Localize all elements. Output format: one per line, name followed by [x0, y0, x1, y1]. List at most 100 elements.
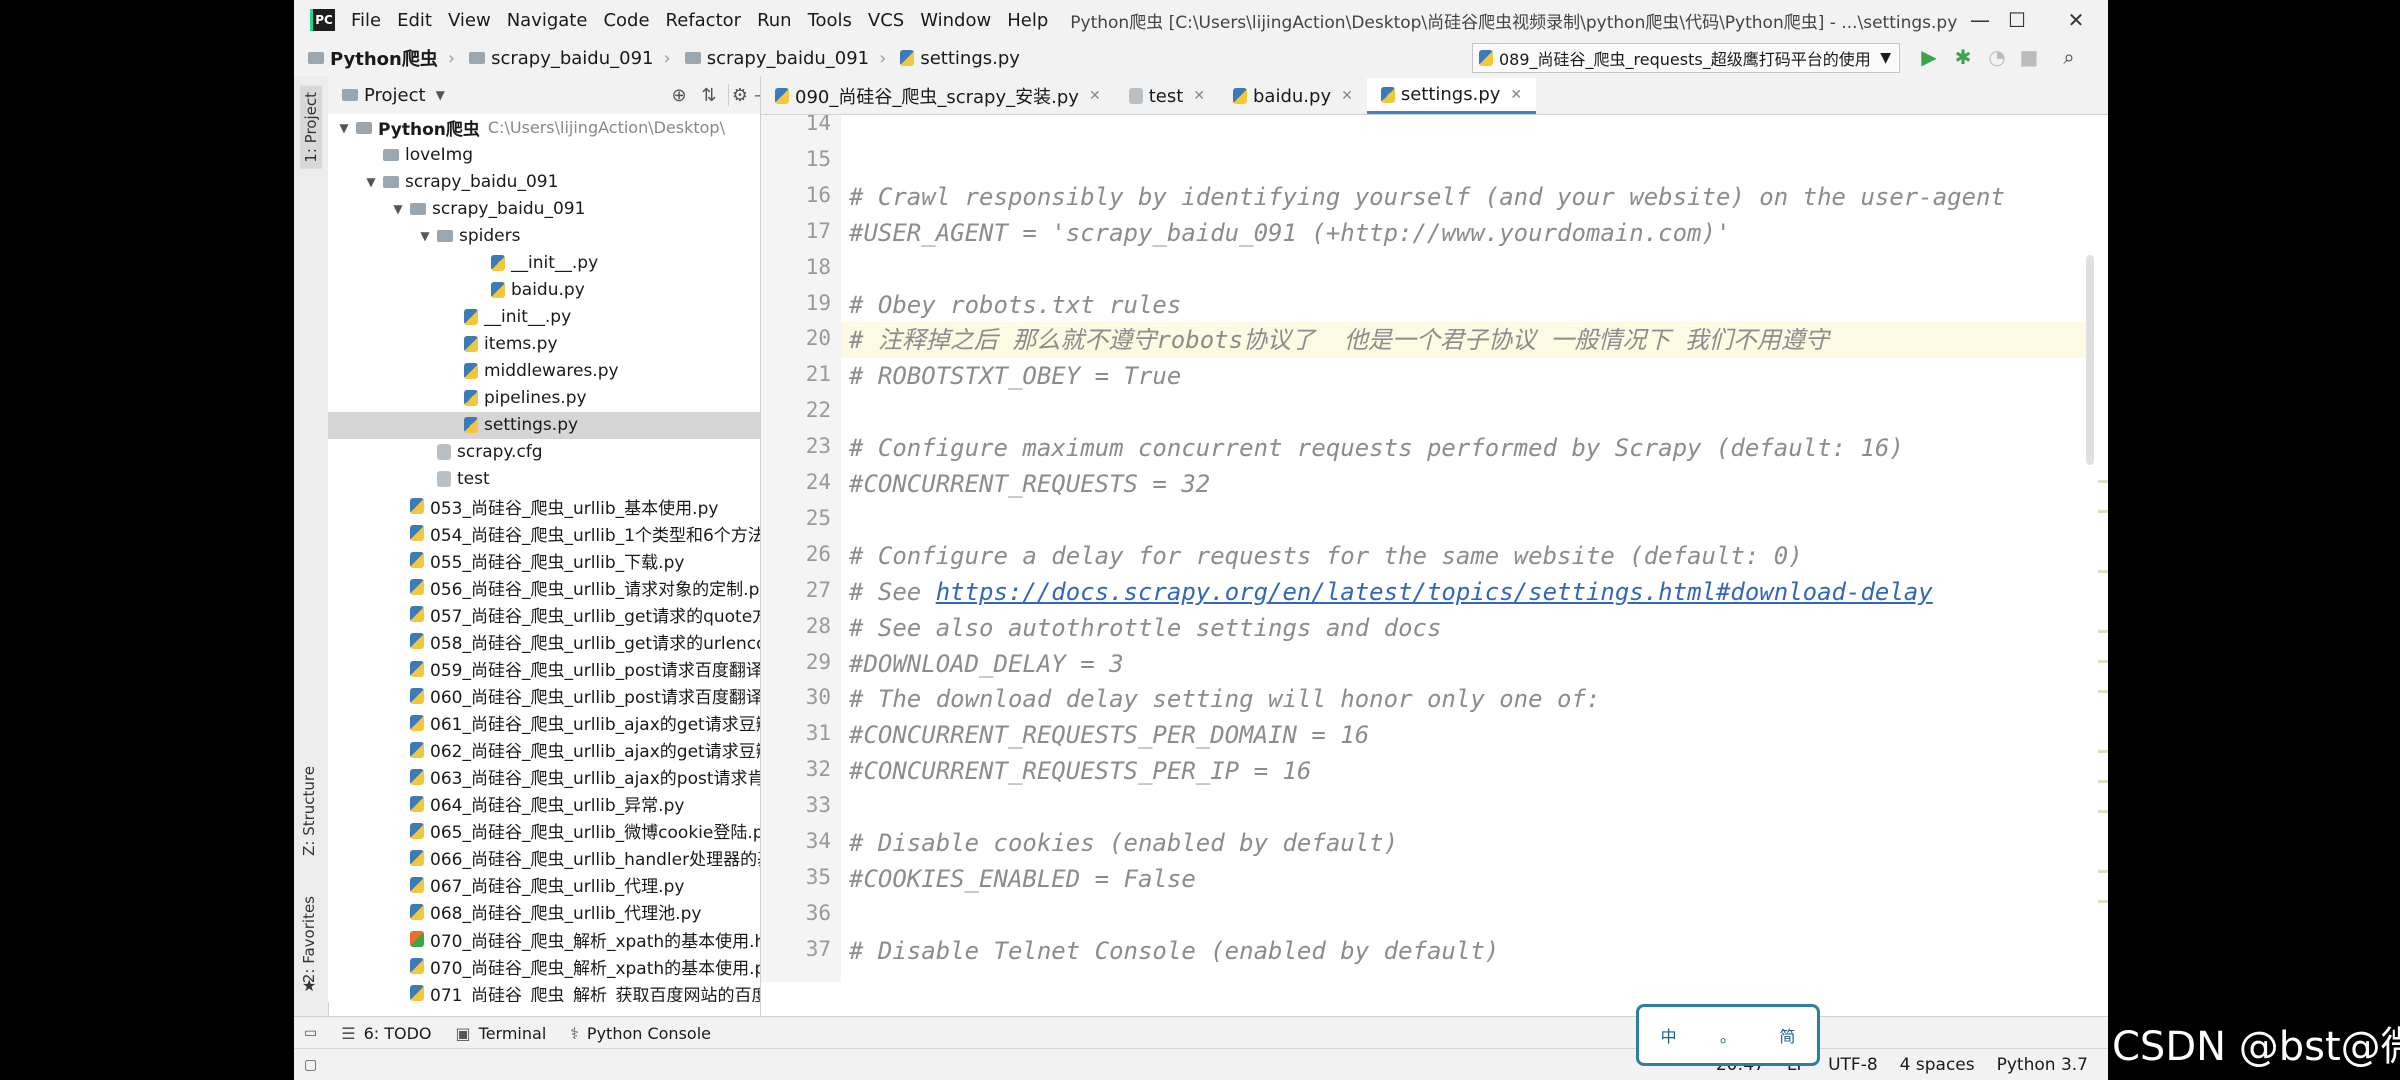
tree-item[interactable]: __init__.py — [328, 249, 760, 276]
tool-window-python-console[interactable]: ⚕ Python Console — [570, 1024, 711, 1043]
tree-item[interactable]: 053_尚硅谷_爬虫_urllib_基本使用.py — [328, 493, 760, 520]
tree-item[interactable]: 062_尚硅谷_爬虫_urllib_ajax的get请求豆瓣 — [328, 736, 760, 763]
code-line[interactable] — [841, 897, 2091, 933]
code-line[interactable]: # Obey robots.txt rules — [841, 287, 2091, 323]
coverage-icon[interactable]: ◔ — [1984, 44, 2010, 70]
tree-item[interactable]: 059_尚硅谷_爬虫_urllib_post请求百度翻译 — [328, 655, 760, 682]
scrollbar-thumb[interactable] — [2086, 255, 2094, 465]
project-tool-tab[interactable]: 1: Project — [300, 86, 322, 169]
ime-language[interactable]: 中 — [1661, 1023, 1677, 1047]
file-encoding[interactable]: UTF-8 — [1828, 1055, 1878, 1075]
code-line[interactable] — [841, 502, 2091, 538]
code-line[interactable]: #COOKIES_ENABLED = False — [841, 861, 2091, 897]
menu-run[interactable]: Run — [749, 10, 800, 31]
tree-item[interactable]: 068_尚硅谷_爬虫_urllib_代理池.py — [328, 898, 760, 925]
tree-item[interactable]: 054_尚硅谷_爬虫_urllib_1个类型和6个方法 — [328, 520, 760, 547]
tree-item[interactable]: 067_尚硅谷_爬虫_urllib_代理.py — [328, 871, 760, 898]
favorites-tool-tab[interactable]: 2: Favorites — [300, 896, 318, 983]
docs-link[interactable]: https://docs.scrapy.org/en/latest/topics… — [936, 578, 1933, 606]
breadcrumb-file[interactable]: settings.py — [900, 48, 1020, 69]
menu-edit[interactable]: Edit — [389, 10, 440, 31]
menu-refactor[interactable]: Refactor — [658, 10, 750, 31]
tree-item[interactable]: 063_尚硅谷_爬虫_urllib_ajax的post请求肯德 — [328, 763, 760, 790]
stop-icon[interactable]: ■ — [2016, 44, 2042, 70]
close-button[interactable]: ✕ — [2044, 0, 2108, 40]
tree-item[interactable]: ▼ Python爬虫 C:\Users\lijingAction\Desktop\ — [328, 114, 760, 141]
menu-help[interactable]: Help — [999, 10, 1056, 31]
structure-tool-tab[interactable]: Z: Structure — [300, 766, 318, 856]
tree-item[interactable]: settings.py — [328, 411, 760, 439]
code-line[interactable]: # 注释掉之后 那么就不遵守robots协议了 他是一个君子协议 一般情况下 我… — [841, 322, 2091, 359]
tree-item[interactable]: __init__.py — [328, 303, 760, 330]
chevron-down-icon[interactable]: ▼ — [363, 175, 379, 189]
code-line[interactable]: #DOWNLOAD_DELAY = 3 — [841, 646, 2091, 682]
tree-item[interactable]: 070_尚硅谷_爬虫_解析_xpath的基本使用.ht — [328, 926, 760, 953]
close-tab-icon[interactable]: ✕ — [1510, 87, 1522, 103]
code-line[interactable]: # See https://docs.scrapy.org/en/latest/… — [841, 574, 2091, 610]
gear-icon[interactable]: ⚙ — [728, 84, 751, 106]
menu-window[interactable]: Window — [912, 10, 999, 31]
project-panel-title[interactable]: Project — [364, 85, 426, 106]
code-line[interactable]: # Disable cookies (enabled by default) — [841, 825, 2091, 861]
ime-punctuation[interactable]: 。 — [1720, 1023, 1736, 1047]
menu-view[interactable]: View — [440, 10, 499, 31]
tree-item[interactable]: 058_尚硅谷_爬虫_urllib_get请求的urlenco — [328, 628, 760, 655]
run-configuration-select[interactable]: 089_尚硅谷_爬虫_requests_超级鹰打码平台的使用 ▼ — [1472, 43, 1900, 73]
code-line[interactable] — [841, 143, 2091, 179]
chevron-down-icon[interactable]: ▼ — [390, 202, 406, 216]
code-line[interactable]: #USER_AGENT = 'scrapy_baidu_091 (+http:/… — [841, 215, 2091, 251]
code-line[interactable] — [841, 251, 2091, 287]
python-interpreter[interactable]: Python 3.7 — [1997, 1055, 2088, 1075]
run-icon[interactable]: ▶ — [1916, 44, 1942, 70]
breadcrumb-package[interactable]: scrapy_baidu_091 › — [684, 48, 886, 69]
search-icon[interactable]: ⌕ — [2056, 44, 2082, 70]
debug-icon[interactable]: ✱ — [1950, 44, 1976, 70]
menu-navigate[interactable]: Navigate — [499, 10, 596, 31]
code-line[interactable]: # The download delay setting will honor … — [841, 681, 2091, 717]
code-editor[interactable]: # Crawl responsibly by identifying yours… — [841, 115, 2091, 982]
tree-item[interactable]: 066_尚硅谷_爬虫_urllib_handler处理器的基 — [328, 844, 760, 871]
code-line[interactable]: # Configure a delay for requests for the… — [841, 538, 2091, 574]
tool-windows-icon[interactable]: ▭ — [304, 1025, 317, 1041]
editor-tab[interactable]: baidu.py ✕ — [1219, 78, 1367, 114]
code-line[interactable]: #CONCURRENT_REQUESTS_PER_DOMAIN = 16 — [841, 717, 2091, 753]
breadcrumb-module[interactable]: scrapy_baidu_091 › — [469, 48, 671, 69]
code-line[interactable] — [841, 115, 2091, 143]
editor-tab[interactable]: 090_尚硅谷_爬虫_scrapy_安装.py ✕ — [761, 78, 1115, 114]
tree-item[interactable]: middlewares.py — [328, 357, 760, 384]
tree-item[interactable]: pipelines.py — [328, 385, 760, 412]
code-line[interactable]: # ROBOTSTXT_OBEY = True — [841, 358, 2091, 394]
tree-item[interactable]: 056_尚硅谷_爬虫_urllib_请求对象的定制.py — [328, 574, 760, 601]
tool-window-todo[interactable]: ☰ 6: TODO — [341, 1024, 431, 1043]
tree-item[interactable]: ▼ spiders — [328, 222, 760, 249]
editor-scrollbar[interactable] — [2084, 115, 2094, 982]
locate-file-icon[interactable]: ⊕ — [668, 84, 690, 106]
tool-window-terminal[interactable]: ▣ Terminal — [456, 1024, 547, 1043]
tree-item[interactable]: 064_尚硅谷_爬虫_urllib_异常.py — [328, 790, 760, 817]
tree-item[interactable]: test — [328, 466, 760, 493]
chevron-down-icon[interactable]: ▼ — [436, 88, 445, 102]
indent-setting[interactable]: 4 spaces — [1900, 1055, 1975, 1075]
tree-item[interactable]: ▼ scrapy_baidu_091 — [328, 195, 760, 222]
code-line[interactable]: # Disable Telnet Console (enabled by def… — [841, 933, 2091, 969]
code-line[interactable]: # See also autothrottle settings and doc… — [841, 610, 2091, 646]
ime-mode[interactable]: 简 — [1779, 1023, 1795, 1047]
editor-tab[interactable]: settings.py ✕ — [1366, 78, 1537, 114]
close-tab-icon[interactable]: ✕ — [1193, 88, 1205, 104]
tree-item[interactable]: 060_尚硅谷_爬虫_urllib_post请求百度翻译 — [328, 682, 760, 709]
expand-collapse-icon[interactable]: ⇅ — [698, 84, 720, 106]
event-log-icon[interactable]: ▢ — [304, 1057, 317, 1073]
ime-toolbar[interactable]: 中 。 简 — [1636, 1004, 1820, 1066]
menu-tools[interactable]: Tools — [800, 10, 860, 31]
tree-item[interactable]: loveImg — [328, 141, 760, 168]
menu-code[interactable]: Code — [595, 10, 657, 31]
chevron-down-icon[interactable]: ▼ — [417, 229, 433, 243]
code-line[interactable]: #CONCURRENT_REQUESTS_PER_IP = 16 — [841, 753, 2091, 789]
code-line[interactable]: # Crawl responsibly by identifying yours… — [841, 179, 2091, 215]
editor-tab[interactable]: test ✕ — [1115, 78, 1219, 114]
tree-item[interactable]: 055_尚硅谷_爬虫_urllib_下载.py — [328, 547, 760, 574]
close-tab-icon[interactable]: ✕ — [1089, 88, 1101, 104]
code-line[interactable]: # Configure maximum concurrent requests … — [841, 430, 2091, 466]
tree-item[interactable]: baidu.py — [328, 276, 760, 303]
close-tab-icon[interactable]: ✕ — [1341, 88, 1353, 104]
